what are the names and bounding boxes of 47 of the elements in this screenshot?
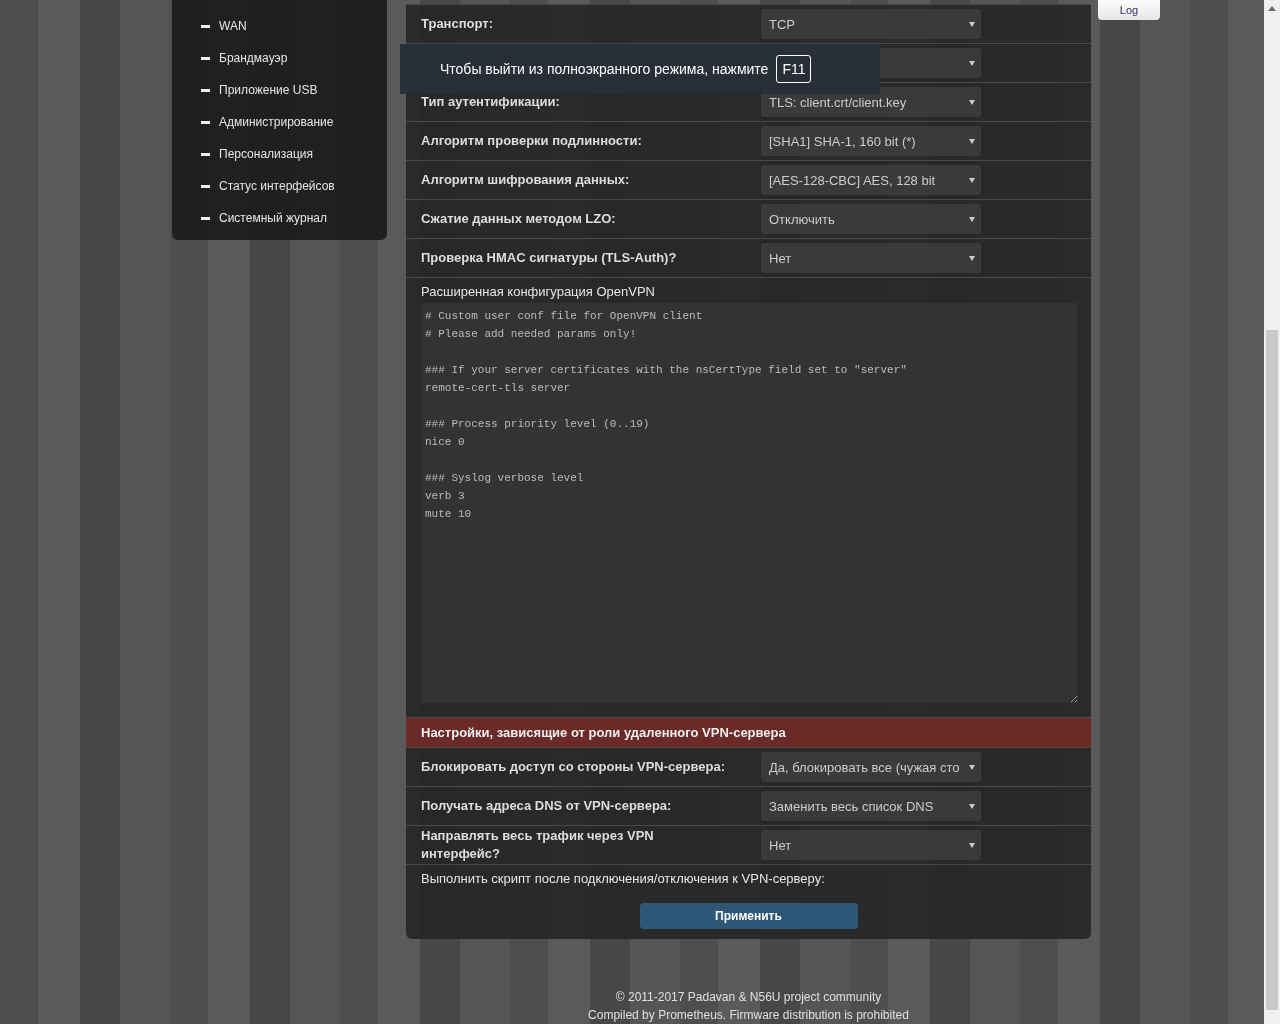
caret-icon: [969, 764, 975, 770]
caret-icon: [969, 803, 975, 809]
caret-icon: [969, 99, 975, 105]
caret-icon: [969, 255, 975, 261]
caret-icon: [969, 60, 975, 66]
key-badge: F11: [776, 55, 812, 83]
config-textarea[interactable]: # Custom user conf file for OpenVPN client # Please add needed params only! ### If your server certificates with the nsCertType field set to "server" remote-cert-tls server ### Process priority level (0..19) nice 0 ### Syslog verbose level verb 3 mute 10: [421, 303, 1078, 703]
field-label: Проверка HMAC сигнатуры (TLS-Auth)?: [421, 249, 678, 267]
caret-icon: [969, 177, 975, 183]
apply-button[interactable]: Применить: [639, 903, 858, 929]
dropdown[interactable]: TCP: [761, 9, 981, 39]
caret-icon: [969, 21, 975, 27]
scroll-up-icon[interactable]: [1268, 6, 1276, 11]
field-label: Алгоритм шифрования данных:: [421, 171, 631, 189]
sidebar-item[interactable]: Статус интерфейсов: [172, 170, 387, 202]
dropdown[interactable]: [AES-128-CBC] AES, 128 bit: [761, 165, 981, 195]
field-label: Сжатие данных методом LZO:: [421, 210, 617, 228]
dropdown[interactable]: Заменить весь список DNS: [761, 791, 981, 821]
field-label: Расширенная конфигурация OpenVPN: [421, 284, 656, 299]
field-label: Алгоритм проверки подлинности:: [421, 132, 643, 150]
sidebar-item[interactable]: WAN: [172, 10, 387, 42]
scrollbar-thumb[interactable]: [1266, 330, 1278, 1010]
dropdown[interactable]: Нет: [761, 243, 981, 273]
field-label: Транспорт:: [421, 15, 494, 33]
log-button[interactable]: Log: [1098, 0, 1160, 20]
section-header: Настройки, зависящие от роли удаленного VPN-сервера: [406, 717, 1091, 747]
sidebar-item[interactable]: Персонализация: [172, 138, 387, 170]
scrollbar[interactable]: [1264, 0, 1280, 1024]
dropdown[interactable]: Отключить: [761, 204, 981, 234]
dropdown[interactable]: Да, блокировать все (чужая сто: [761, 752, 981, 782]
sidebar-item[interactable]: Администрирование: [172, 106, 387, 138]
sidebar-item[interactable]: Системный журнал: [172, 202, 387, 234]
field-label: Тип аутентификации:: [421, 93, 561, 111]
field-label: Получать адреса DNS от VPN-сервера:: [421, 797, 673, 815]
sidebar-item[interactable]: Приложение USB: [172, 74, 387, 106]
sidebar-item[interactable]: Брандмауэр: [172, 42, 387, 74]
caret-icon: [969, 138, 975, 144]
caret-icon: [969, 216, 975, 222]
footer-text: Compiled by Prometheus. Firmware distribution is prohibited: [588, 1007, 909, 1024]
caret-icon: [969, 842, 975, 848]
field-label: Выполнить скрипт после подключения/отключения к VPN-серверу:: [421, 871, 825, 886]
field-label: Блокировать доступ со стороны VPN-сервера:: [421, 758, 726, 776]
notice-text: Чтобы выйти из полноэкранного режима, нажмите: [440, 61, 769, 77]
field-label: Направлять весь трафик через VPN интерфейс?: [421, 827, 655, 863]
footer-text: © 2011-2017 Padavan & N56U project community: [615, 989, 882, 1006]
dropdown[interactable]: Нет: [761, 830, 981, 860]
dropdown[interactable]: [SHA1] SHA-1, 160 bit (*): [761, 126, 981, 156]
